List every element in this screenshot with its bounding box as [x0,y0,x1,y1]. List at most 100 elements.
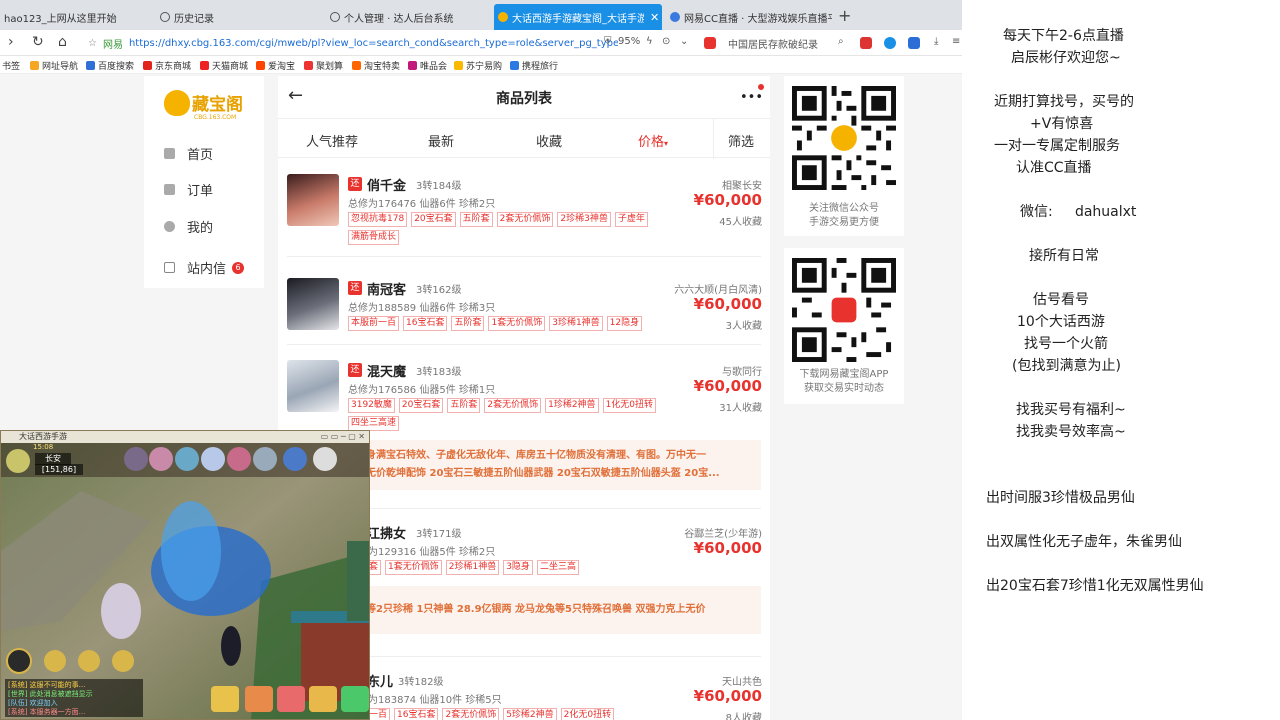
bookmark-item[interactable]: 淘宝特卖 [352,59,400,72]
more-icon[interactable]: ••• [740,90,763,105]
bookmark-item[interactable]: 京东商城 [143,59,191,72]
bookmark-item[interactable]: 爱淘宝 [256,59,295,72]
cbg-logo[interactable]: 藏宝阁 CBG.163.COM [164,86,254,126]
close-tab-icon[interactable]: ✕ [650,11,659,24]
tab-history[interactable]: 历史记录 [156,4,316,30]
tab-hao123[interactable]: hao123_上网从这里开始 [0,4,150,30]
divider [287,344,761,345]
search-icon[interactable]: ⌕ [838,36,844,47]
forward-icon[interactable]: › [8,34,14,50]
feature-tags: 宝石套 1套无价佩饰 2珍稀1神兽 3隐身 二坐三高 [348,560,688,578]
lightning-icon[interactable]: ϟ [646,36,653,47]
side-nav: 藏宝阁 CBG.163.COM 首页 订单 我的 站内信 6 [144,76,264,288]
new-tab-icon[interactable]: + [838,6,851,25]
item-description[interactable]: 龙等2只珍稀 1只神兽 28.9亿银两 龙马龙兔等5只特殊召唤兽 双强力克上无价 [348,586,761,634]
bookmark-item[interactable]: 苏宁易购 [454,59,502,72]
tab-personal[interactable]: 个人管理 · 达人后台系统 [326,4,490,30]
bookmark-item[interactable]: 百度搜索 [86,59,134,72]
sort-newest[interactable]: 最新 [428,131,454,150]
server-name: 谷酃兰芝(少年游) [684,529,762,540]
role-level: 3转171级 [416,529,462,540]
shield-icon[interactable]: ⛨ [604,36,612,47]
game-chat[interactable]: [系统] 这服不可能的事... [世界] 此处消息被遮挡显示 [队伍] 欢迎加入… [5,679,143,717]
divider [713,119,714,159]
feature-tag: 3192敏魔 [348,398,395,413]
filter-button[interactable]: 筛选 [728,131,754,150]
bookmark-folder[interactable]: 书签 [2,59,20,72]
bookmarks-bar: 书签 网址导航 百度搜索 京东商城 天猫商城 爱淘宝 聚划算 淘宝特卖 唯品会 … [0,56,962,74]
server-name: 天山共色 [722,677,762,688]
list-item[interactable]: 还 南冠客 3转162级 六六大顺(月白风清) 总修为188589 仙器6件 珍… [278,270,770,336]
game-coordinates: [151,86] [35,464,83,475]
feature-tag: 五阶套 [459,212,493,227]
star-icon[interactable]: ☆ [88,38,97,49]
feature-tag: 2套无价佩饰 [442,708,500,720]
sort-favorites[interactable]: 收藏 [536,131,562,150]
role-name: 混天魔 [367,365,407,380]
tab-cc-live[interactable]: 网易CC直播 · 大型游戏娱乐直播平台 [666,4,832,30]
tab-cbg[interactable]: 大话西游手游藏宝阁_大话手游交易平台 ✕ [494,4,662,30]
feature-tag: 1套无价佩饰 [385,560,442,575]
nav-orders[interactable]: 订单 [164,180,213,199]
nav-home[interactable]: 首页 [164,144,213,163]
download-icon[interactable]: ⤓ [934,36,938,47]
feature-tag: 子虚年 [614,212,648,227]
bargain-tag: 还 [348,363,362,377]
search-engine-icon[interactable] [704,37,716,49]
bookmark-favicon [256,61,265,70]
chevron-down-icon[interactable]: ⌄ [680,36,688,47]
list-header: ← 商品列表 ••• [278,76,770,118]
bookmark-item[interactable]: 聚划算 [304,59,343,72]
list-item[interactable]: 还 俏千金 3转184级 相聚长安 总修为176476 仙器6件 珍稀2只 ¥6… [278,166,770,246]
server-name: 相聚长安 [722,181,762,192]
role-name: 江拂女 [367,527,407,542]
role-stats: 总修为176476 仙器6件 珍稀2只 [348,199,496,210]
game-time: 15:08 [33,443,54,451]
feature-tag: 1珍稀2神兽 [545,398,599,413]
sort-popular[interactable]: 人气推荐 [306,131,358,150]
feature-tag: 五阶套 [451,316,485,331]
bookmark-item[interactable]: 唯品会 [408,59,447,72]
puzzle-icon[interactable] [908,37,920,49]
nav-mine[interactable]: 我的 [164,217,213,236]
character-avatar [287,360,339,412]
bookmark-item[interactable]: 携程旅行 [510,59,558,72]
bookmark-favicon [408,61,417,70]
sort-arrow-icon: ▾ [664,139,669,148]
item-description[interactable]: 全身满宝石特效、子虚化无敌化年、库房五十亿物质没有清理、有图。万中无一 三无价乾… [348,440,761,490]
menu-icon[interactable]: ≡ [952,36,960,47]
window-controls[interactable]: ▭ ▭ ─ ▢ ✕ [321,431,365,443]
info-line: +V有惊喜 [1030,116,1094,132]
info-line: 近期打算找号，买号的 [994,94,1134,110]
url-field[interactable]: ☆ 网易 https://dhxy.cbg.163.com/cgi/mweb/p… [88,33,618,53]
bookmark-item[interactable]: 网址导航 [30,59,78,72]
bookmark-favicon [454,61,463,70]
role-stats: 总修为183874 仙器10件 珍稀5只 [348,695,502,706]
zoom-level[interactable]: 95% [618,36,640,47]
role-level: 3转182级 [398,677,444,688]
feature-tag: 20宝石套 [411,212,456,227]
bookmark-favicon [510,61,519,70]
extension-blue-icon[interactable] [884,37,896,49]
bookmark-item[interactable]: 天猫商城 [200,59,248,72]
lock-icon[interactable]: ⊙ [662,36,670,47]
nav-messages[interactable]: 站内信 6 [164,258,245,277]
chat-line: [世界] 此处消息被遮挡显示 [8,690,93,698]
extension-red-icon[interactable] [860,37,872,49]
feature-tag: 1套无价佩饰 [488,316,546,331]
qr-card-app: 下载网易藏宝阁APP 获取交易实时动态 [784,248,904,404]
search-hint[interactable]: 中国居民存款破纪录 [728,36,818,51]
price: ¥60,000 [693,377,762,395]
stream-info-panel: 每天下午2-6点直播 启辰彬仔欢迎您~ 近期打算找号，买号的 +V有惊喜 一对一… [962,0,1280,720]
feature-tag: 12隐身 [606,316,643,331]
reload-icon[interactable]: ↻ [32,34,44,50]
game-window[interactable]: 大话西游手游 ▭ ▭ ─ ▢ ✕ 15:08 长安 [151,86] [系统] … [0,430,370,720]
home-icon[interactable]: ⌂ [58,34,67,50]
bargain-tag: 还 [348,177,362,191]
game-titlebar: 大话西游手游 ▭ ▭ ─ ▢ ✕ [1,431,369,443]
unread-badge: 6 [232,261,245,274]
sort-price[interactable]: 价格▾ [638,131,668,150]
page-title: 商品列表 [496,91,552,107]
bookmark-favicon [30,61,39,70]
list-item[interactable]: 还 混天魔 3转183级 与歌同行 总修为176586 仙器5件 珍稀1只 ¥6… [278,352,770,432]
